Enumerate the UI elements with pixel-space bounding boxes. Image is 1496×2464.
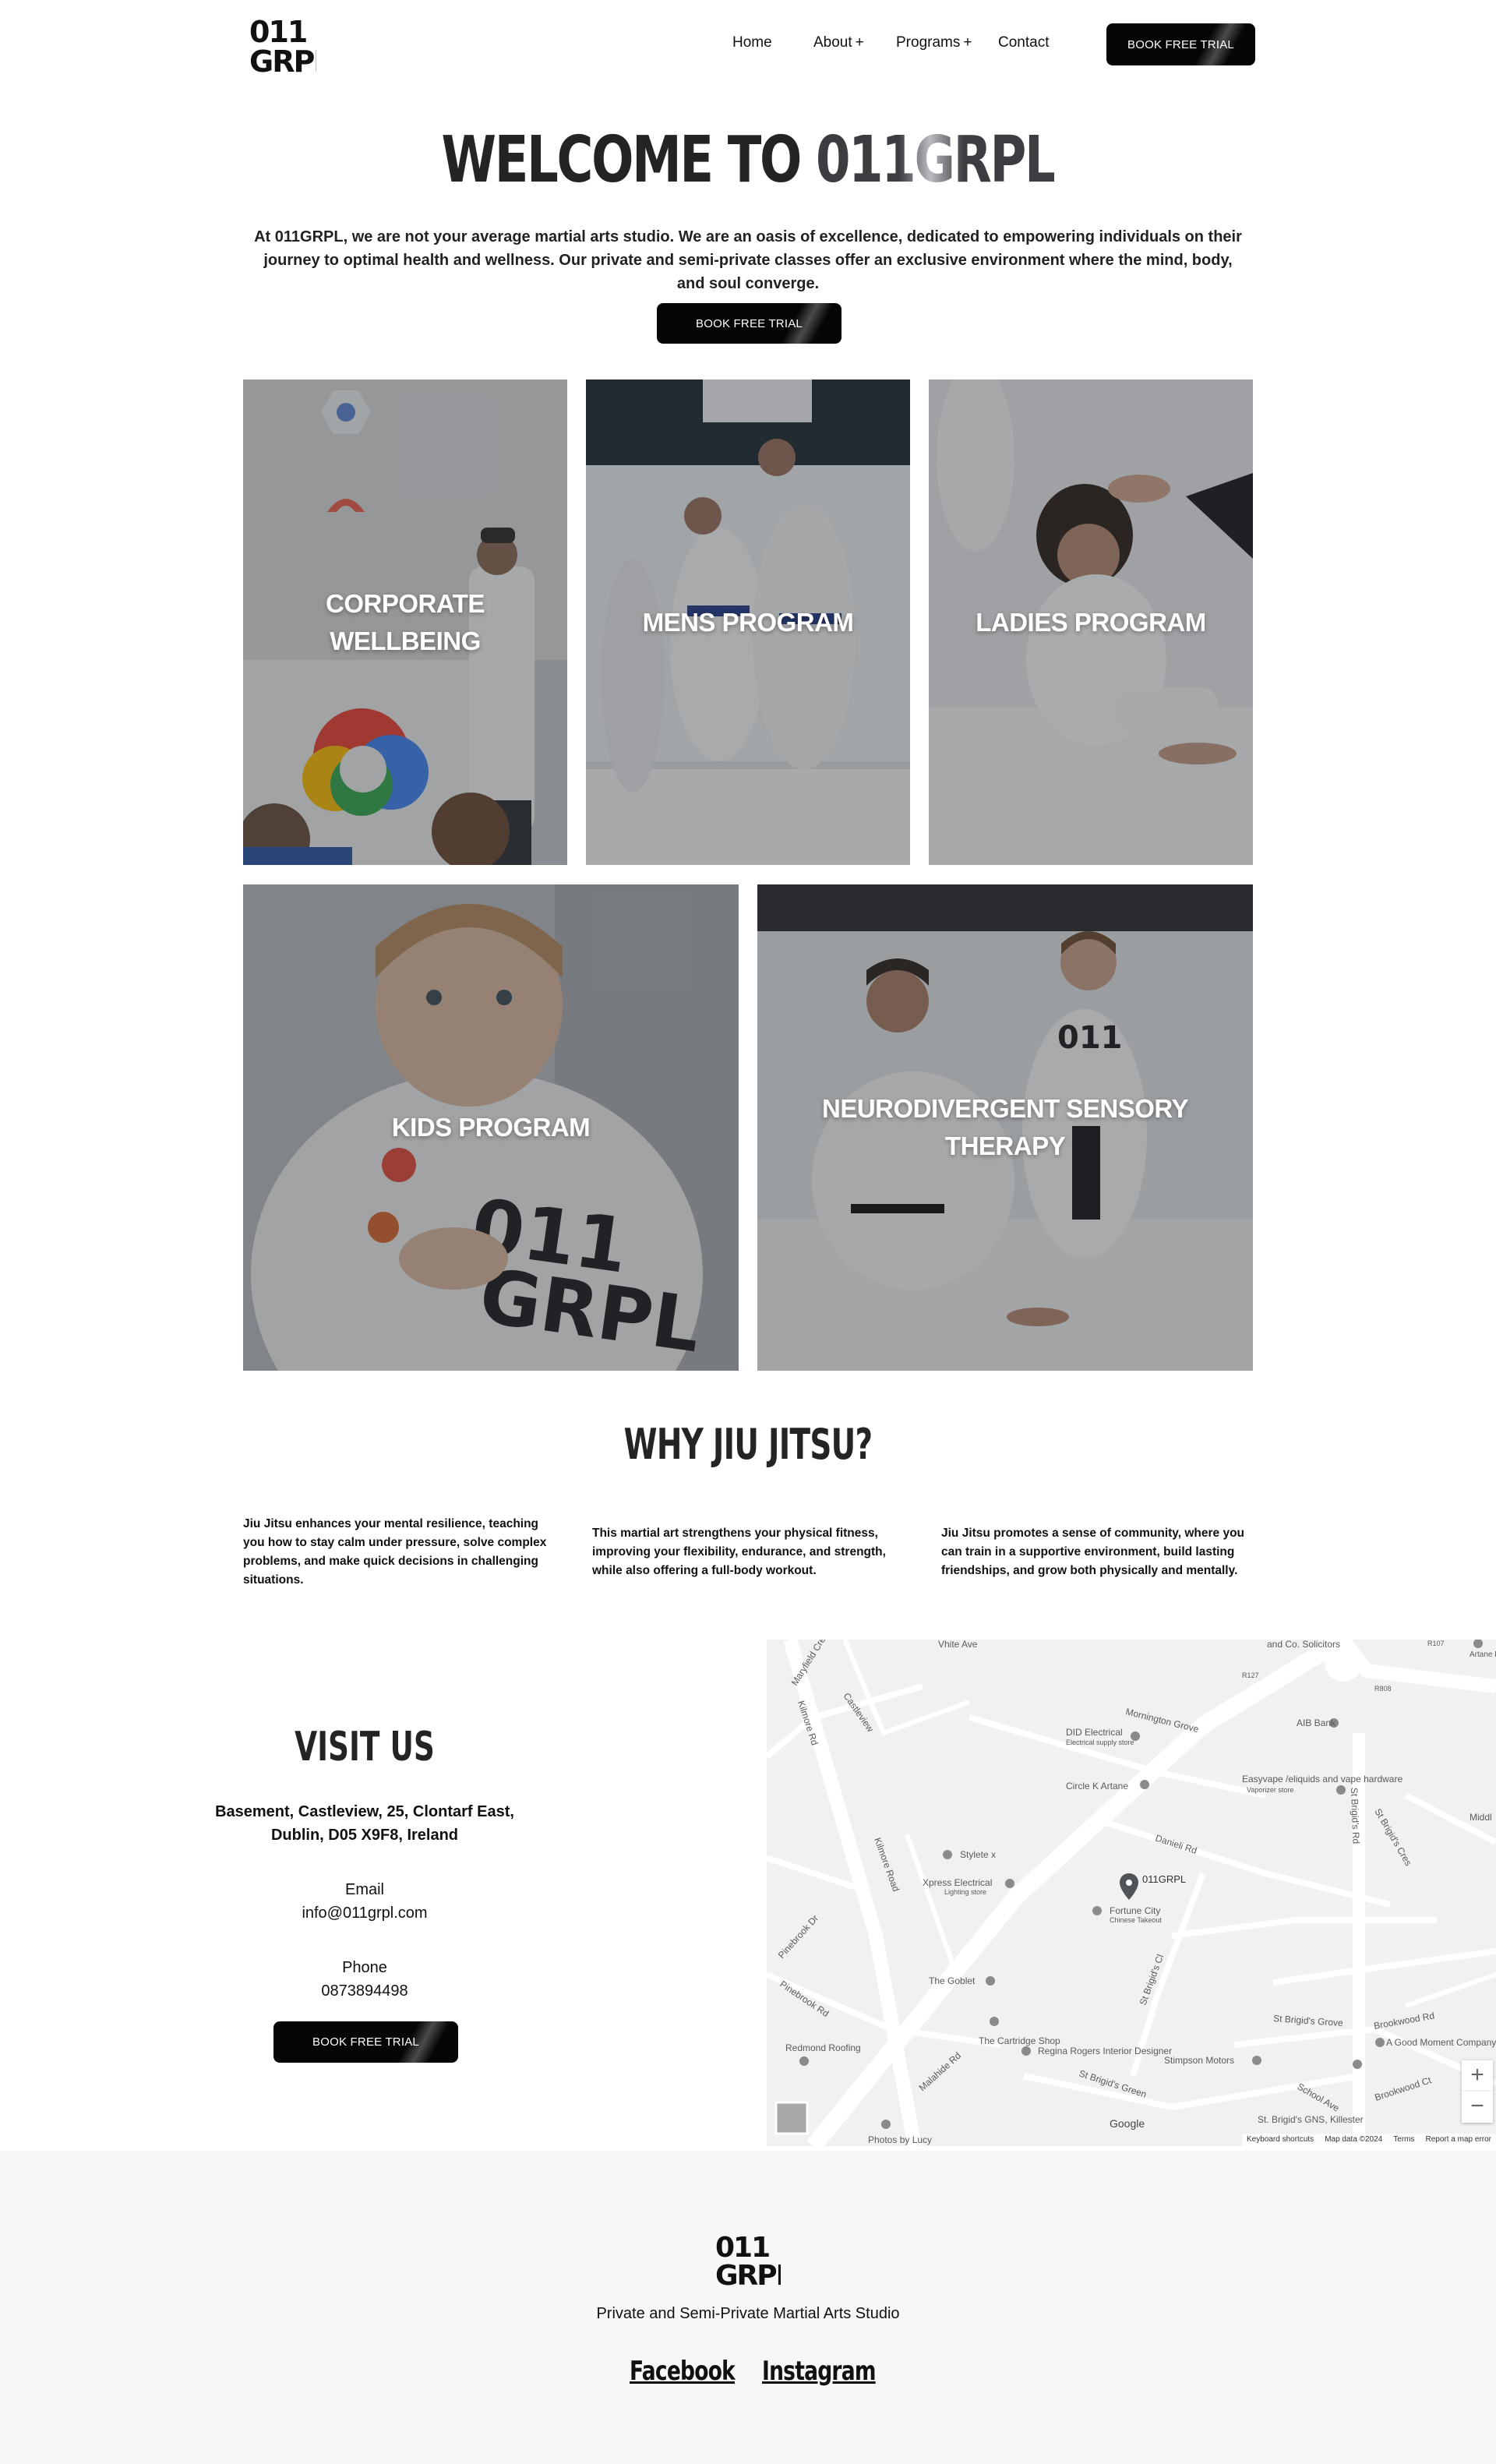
map-data: Map data ©2024 [1325,2135,1383,2144]
svg-text:Brookwood Ct: Brookwood Ct [1374,2074,1434,2103]
intro-text: At 011GRPL, we are not your average mart… [254,228,1242,292]
address: Basement, Castleview, 25, Clontarf East,… [215,1803,514,1844]
plus-icon: + [855,34,864,51]
visit-title: VISIT US [295,1724,435,1770]
svg-text:Kilmore Road: Kilmore Road [872,1836,901,1893]
svg-text:Lighting store: Lighting store [944,1888,986,1896]
svg-text:The Goblet: The Goblet [929,1975,976,1986]
svg-text:Fortune City: Fortune City [1110,1905,1160,1916]
svg-text:Middl: Middl [1470,1812,1492,1823]
svg-text:Brookwood Rd: Brookwood Rd [1373,2010,1435,2031]
svg-text:Stimpson Motors: Stimpson Motors [1164,2055,1234,2066]
plus-icon: + [963,34,972,51]
google-logo: Google [1110,2117,1145,2130]
svg-text:Mornington Grove: Mornington Grove [1124,1706,1200,1735]
header-book-trial-button[interactable]: BOOK FREE TRIAL [1106,23,1255,65]
program-card-label: CORPORATE WELLBEING [326,588,485,655]
program-card-kids[interactable]: 011 GRPL KIDS PROGRAM [243,884,739,1371]
svg-text:St Brigid's Rd: St Brigid's Rd [1349,1788,1362,1844]
svg-text:011: 011 [715,2232,769,2264]
email-link[interactable]: info@011grpl.com [209,1901,520,1925]
program-card-neurodivergent[interactable]: 011 NEURODIVERGENT SENSORY THERAPY [757,884,1253,1371]
svg-text:St Brigid's Cres: St Brigid's Cres [1372,1807,1413,1868]
why-community: Jiu Jitsu promotes a sense of community,… [941,1527,1245,1577]
svg-text:Photos by Lucy: Photos by Lucy [868,2134,932,2145]
svg-text:Malahide Rd: Malahide Rd [917,2050,963,2093]
svg-text:and Co. Solicitors: and Co. Solicitors [1267,1640,1340,1650]
nav-home[interactable]: Home [732,34,772,51]
brand-logo[interactable]: 011 GRPL [249,17,316,75]
facebook-link[interactable]: Facebook [630,2356,736,2387]
svg-text:Vaporizer store: Vaporizer store [1247,1786,1293,1794]
program-card-ladies[interactable]: LADIES PROGRAM [929,379,1253,865]
footer-logo[interactable]: 011 GRPL [715,2232,781,2286]
program-card-label: LADIES PROGRAM [976,607,1206,637]
program-card-mens[interactable]: MENS PROGRAM [586,379,910,865]
svg-text:R127: R127 [1242,1671,1259,1679]
program-card-label: KIDS PROGRAM [391,1113,591,1142]
instagram-link[interactable]: Instagram [762,2356,876,2387]
svg-text:A Good Moment Company: A Good Moment Company [1386,2037,1496,2048]
satellite-toggle[interactable] [774,2101,809,2135]
map-attribution: Keyboard shortcuts Map data ©2024 Terms … [1242,2134,1496,2146]
svg-text:Regina Rogers Interior Designe: Regina Rogers Interior Designer [1038,2046,1172,2056]
svg-text:Easyvape /eliquids and vape ha: Easyvape /eliquids and vape hardware [1242,1774,1402,1784]
phone-label: Phone [342,1959,387,1976]
svg-text:Danieli Rd: Danieli Rd [1154,1833,1198,1856]
svg-text:GRPL: GRPL [249,44,316,75]
nav-programs[interactable]: Programs + [896,34,972,51]
location-map[interactable]: 011GRPL DID Electrical Electrical supply… [767,1640,1496,2146]
svg-text:Electrical supply store: Electrical supply store [1066,1739,1134,1746]
svg-text:Vhite Ave: Vhite Ave [938,1640,978,1650]
svg-text:The Cartridge Shop: The Cartridge Shop [979,2035,1060,2046]
why-physical: This martial art strengthens your physic… [592,1527,886,1577]
program-card-corporate[interactable]: CORPORATE WELLBEING [243,379,567,865]
hero-book-trial-button[interactable]: BOOK FREE TRIAL [657,303,842,344]
page-title: WELCOME TO 011GRPL [441,123,1057,197]
svg-text:Xpress Electrical: Xpress Electrical [923,1877,992,1888]
svg-text:Circle K Artane: Circle K Artane [1066,1781,1128,1792]
email-label: Email [344,1881,384,1898]
map-report-error[interactable]: Report a map error [1426,2135,1491,2145]
zoom-out-button[interactable]: − [1462,2092,1493,2123]
svg-text:AIB Bank: AIB Bank [1297,1717,1336,1728]
svg-text:R808: R808 [1374,1685,1392,1693]
map-terms[interactable]: Terms [1393,2135,1414,2145]
svg-text:School Ave: School Ave [1296,2081,1342,2113]
zoom-in-button[interactable]: + [1462,2060,1493,2092]
svg-text:GRPL: GRPL [715,2260,781,2286]
svg-text:Stylete x: Stylete x [960,1849,996,1860]
site-footer: 011 GRPL Private and Semi-Private Martia… [0,2151,1496,2464]
svg-text:Artane Bicycle: Artane Bicycle [1470,1650,1496,1659]
svg-text:Chinese Takeout: Chinese Takeout [1110,1916,1162,1924]
svg-text:St Brigid's Grove: St Brigid's Grove [1273,2013,1344,2028]
program-card-label: MENS PROGRAM [642,607,854,637]
footer-tagline: Private and Semi-Private Martial Arts St… [596,2305,900,2322]
nav-about[interactable]: About + [813,34,864,51]
svg-text:DID Electrical: DID Electrical [1066,1727,1123,1738]
svg-text:St. Brigid's GNS, Killester: St. Brigid's GNS, Killester [1258,2114,1364,2125]
svg-text:Pinebrook Dr: Pinebrook Dr [776,1913,820,1961]
visit-book-trial-button[interactable]: BOOK FREE TRIAL [273,2021,458,2063]
nav-contact[interactable]: Contact [998,34,1049,51]
why-title: WHY JIU JITSU? [623,1420,873,1469]
site-header: 011 GRPL Home About+ Programs+ Contact B… [0,0,1496,87]
svg-text:R107: R107 [1427,1640,1445,1647]
why-mental: Jiu Jitsu enhances your mental resilienc… [243,1517,547,1587]
program-card-label: NEURODIVERGENT SENSORY THERAPY [821,1094,1189,1160]
phone-link[interactable]: 0873894498 [209,1979,520,2003]
map-keyboard-shortcuts[interactable]: Keyboard shortcuts [1247,2135,1314,2145]
map-marker-label: 011GRPL [1142,1873,1186,1885]
map-canvas[interactable]: 011GRPL DID Electrical Electrical supply… [767,1640,1496,2146]
svg-text:Redmond Roofing: Redmond Roofing [785,2042,861,2053]
